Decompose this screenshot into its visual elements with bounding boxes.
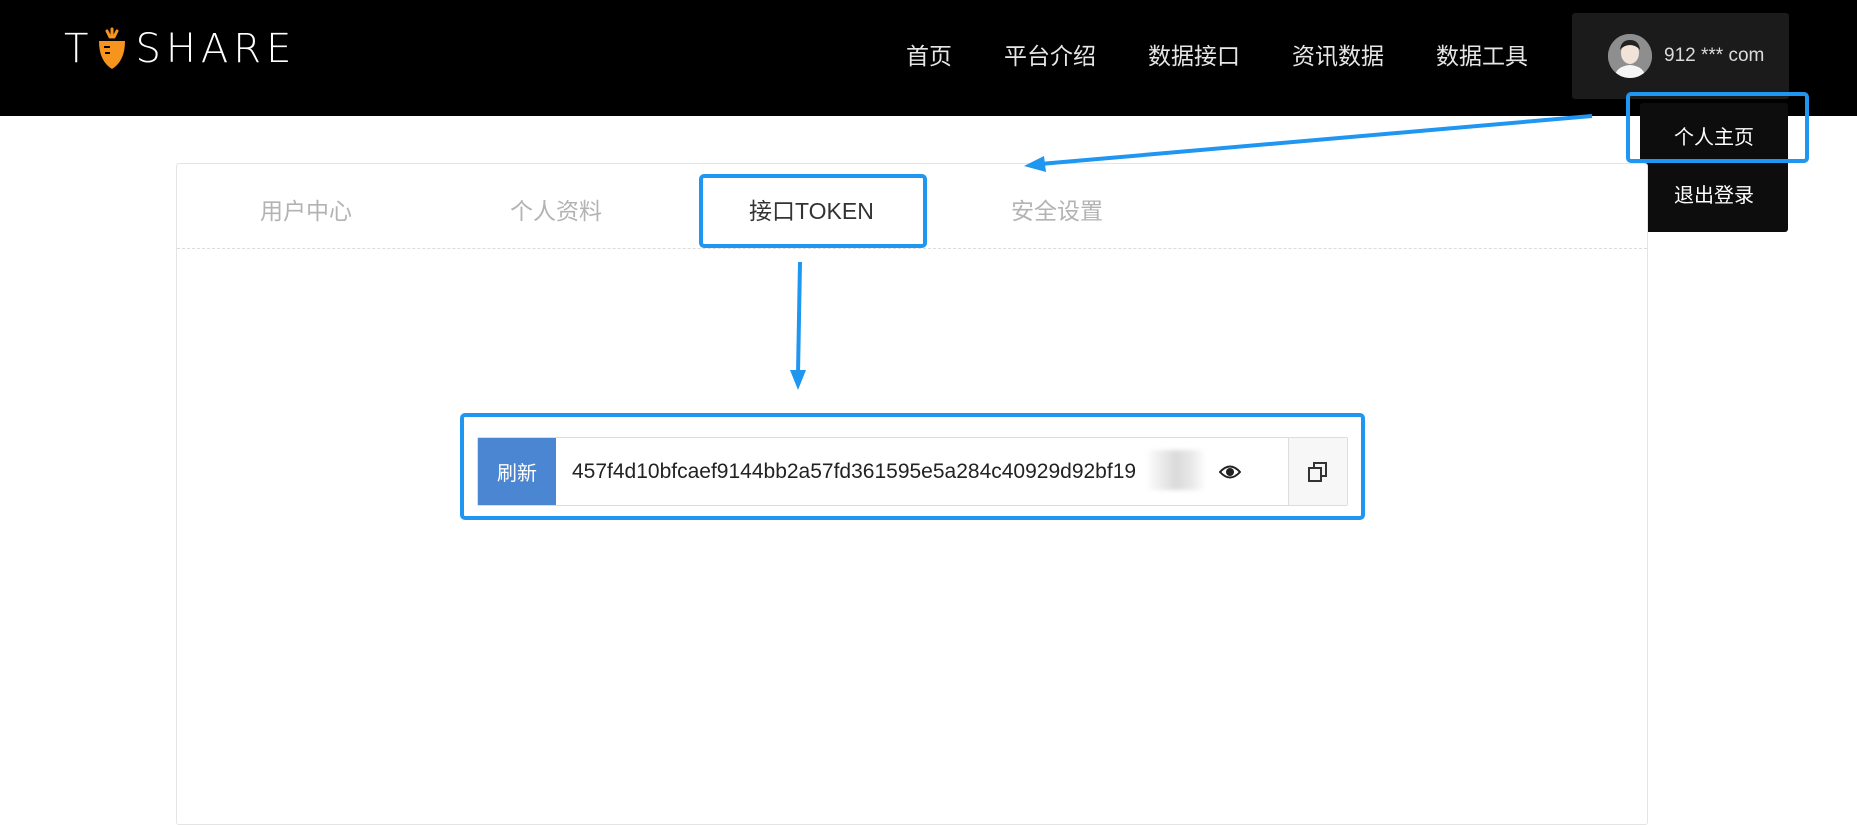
user-name: 912 *** com <box>1664 45 1765 66</box>
token-value: 457f4d10bfcaef9144bb2a57fd361595e5a284c4… <box>572 459 1137 483</box>
menu-item-logout[interactable]: 退出登录 <box>1640 167 1788 225</box>
tab-profile[interactable]: 个人资料 <box>510 192 602 226</box>
nav-item-platform-intro[interactable]: 平台介绍 <box>978 36 1122 76</box>
logo-text-left: T <box>64 26 94 72</box>
copy-icon[interactable] <box>1288 438 1347 505</box>
tab-user-center[interactable]: 用户中心 <box>260 192 352 226</box>
token-field[interactable]: 457f4d10bfcaef9144bb2a57fd361595e5a284c4… <box>556 438 1288 505</box>
carrot-icon <box>95 27 129 71</box>
nav-item-home[interactable]: 首页 <box>880 36 978 76</box>
user-avatar-icon <box>1608 34 1652 78</box>
token-input-group: 刷新 457f4d10bfcaef9144bb2a57fd361595e5a28… <box>477 437 1348 506</box>
redaction-blur <box>1146 450 1206 490</box>
tushare-logo[interactable]: T SHARE <box>64 26 297 72</box>
eye-icon[interactable] <box>1208 438 1252 505</box>
menu-item-profile-home[interactable]: 个人主页 <box>1640 109 1788 167</box>
refresh-token-button[interactable]: 刷新 <box>478 438 556 505</box>
nav-item-data-api[interactable]: 数据接口 <box>1122 36 1266 76</box>
nav-item-news-data[interactable]: 资讯数据 <box>1266 36 1410 76</box>
logo-text-right: SHARE <box>135 26 297 72</box>
arrow-line-menu-to-tab <box>1039 114 1593 166</box>
user-menu-toggle[interactable]: 912 *** com <box>1572 13 1789 99</box>
tab-security-settings[interactable]: 安全设置 <box>1011 192 1103 226</box>
nav-item-data-tools[interactable]: 数据工具 <box>1410 36 1554 76</box>
main-nav: 首页 平台介绍 数据接口 资讯数据 数据工具 <box>880 36 1554 76</box>
tab-api-token[interactable]: 接口TOKEN <box>749 192 874 226</box>
top-navigation-bar: T SHARE 首页 平台介绍 数据接口 资讯数据 数据工具 912 *** c… <box>0 0 1857 116</box>
user-dropdown-menu: 个人主页 退出登录 <box>1640 103 1788 232</box>
user-tabs: 用户中心 个人资料 接口TOKEN 安全设置 <box>177 164 1647 249</box>
